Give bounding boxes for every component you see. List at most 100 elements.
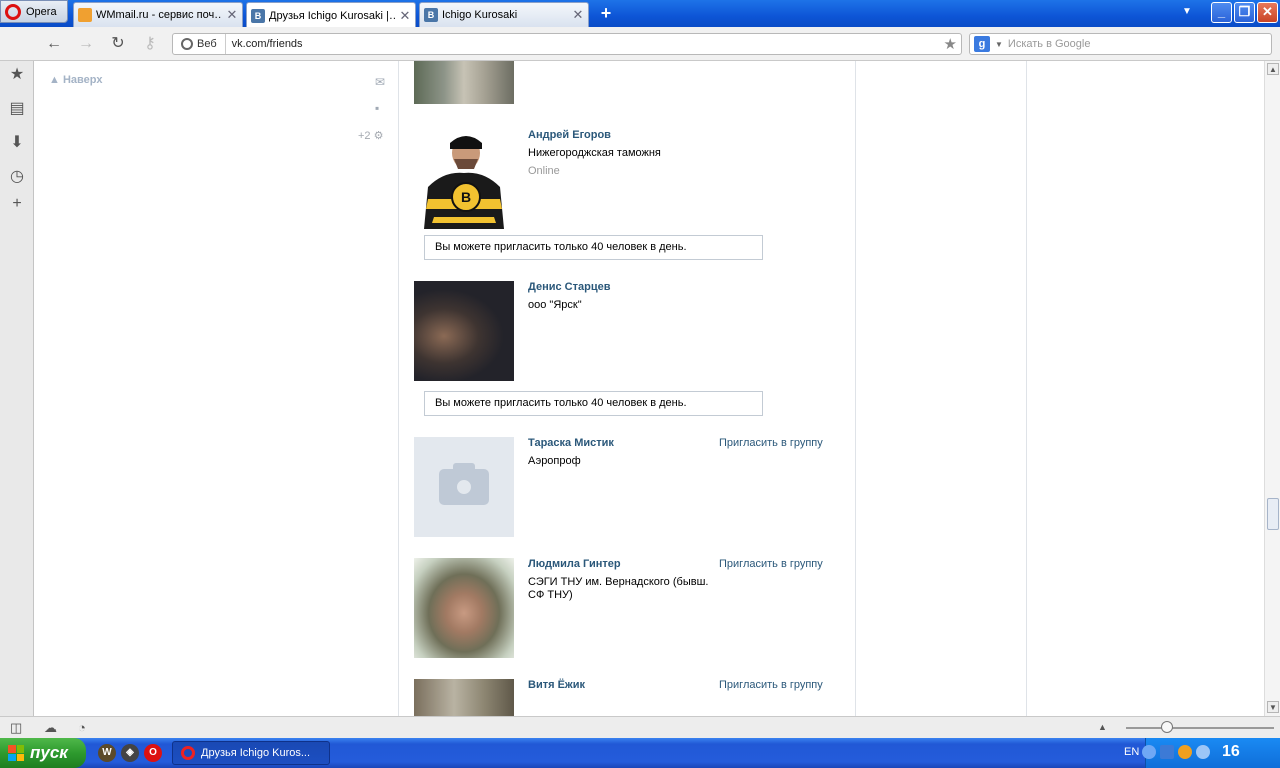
- friend-row: Денис Старцев ооо "Ярск": [414, 281, 610, 381]
- game-shield-icon[interactable]: ◈: [121, 744, 139, 762]
- windows-taskbar: пуск W ◈ O Друзья Ichigo Kuros... EN 16: [0, 738, 1280, 768]
- friend-name-link[interactable]: Денис Старцев: [528, 281, 610, 293]
- friend-photo[interactable]: [414, 437, 514, 537]
- friend-photo[interactable]: [414, 61, 514, 104]
- bookmark-star-icon[interactable]: ★: [944, 35, 961, 53]
- task-title: Друзья Ichigo Kuros...: [201, 747, 311, 759]
- back-arrow-icon[interactable]: ←: [44, 35, 64, 53]
- close-tab-icon[interactable]: ✕: [226, 7, 238, 23]
- tab-friends[interactable]: B Друзья Ichigo Kurosaki |… ✕: [246, 2, 416, 28]
- close-window-button[interactable]: ✕: [1257, 2, 1278, 23]
- search-field[interactable]: g ▼ Искать в Google: [969, 33, 1272, 55]
- browser-address-bar: ← → ↻ ⚷ Веб vk.com/friends ★ g ▼ Искать …: [0, 27, 1280, 61]
- address-field[interactable]: Веб vk.com/friends ★: [172, 33, 962, 55]
- downloads-icon[interactable]: ⬇: [7, 133, 27, 153]
- warcraft-icon[interactable]: W: [98, 744, 116, 762]
- zoom-slider[interactable]: [1126, 727, 1274, 729]
- web-badge[interactable]: Веб: [173, 34, 226, 54]
- language-indicator[interactable]: EN: [1124, 746, 1139, 758]
- friend-row: Витя Ёжик Пригласить в группу: [414, 679, 823, 716]
- friend-photo[interactable]: [414, 679, 514, 716]
- globe-icon: [181, 38, 193, 50]
- more-count-label: +2: [358, 130, 371, 142]
- friend-row: Тараска Мистик Аэропроф Пригласить в гру…: [414, 437, 823, 537]
- chevron-down-icon[interactable]: ▼: [995, 40, 1003, 49]
- tab-list-dropdown-icon[interactable]: ▼: [1182, 6, 1192, 17]
- opera-logo-icon: [181, 746, 195, 760]
- svg-text:B: B: [461, 189, 471, 205]
- zoom-slider-knob[interactable]: [1161, 721, 1173, 733]
- friend-photo[interactable]: [414, 281, 514, 381]
- scroll-up-icon[interactable]: ▲: [1267, 63, 1279, 75]
- vk-favicon-icon: B: [424, 8, 438, 22]
- friend-name-link[interactable]: Андрей Егоров: [528, 129, 611, 141]
- add-panel-icon[interactable]: +: [7, 194, 27, 214]
- tab-title: WMmail.ru - сервис поч…: [96, 9, 222, 21]
- volume-icon[interactable]: [1196, 745, 1210, 759]
- friend-info: ооо "Ярск": [528, 299, 582, 311]
- new-tab-button[interactable]: +: [596, 4, 616, 24]
- tab-ichigo[interactable]: B Ichigo Kurosaki ✕: [419, 2, 589, 27]
- tab-wmmail[interactable]: WMmail.ru - сервис поч… ✕: [73, 2, 243, 27]
- key-icon[interactable]: ⚷: [140, 35, 160, 53]
- invite-limit-notice: Вы можете пригласить только 40 человек в…: [424, 391, 763, 416]
- invite-limit-notice: Вы можете пригласить только 40 человек в…: [424, 235, 763, 260]
- taskbar-window-opera[interactable]: Друзья Ichigo Kuros...: [172, 741, 330, 765]
- close-tab-icon[interactable]: ✕: [399, 8, 411, 24]
- clock[interactable]: 16: [1222, 743, 1240, 761]
- camera-placeholder-icon: [439, 463, 489, 505]
- url-text[interactable]: vk.com/friends: [226, 38, 944, 50]
- back-to-top-label: Наверх: [62, 74, 103, 86]
- message-envelope-icon[interactable]: ✉: [375, 75, 385, 89]
- friend-row: Людмила Гинтер СЭГИ ТНУ им. Вернадского …: [414, 558, 823, 658]
- reload-icon[interactable]: ↻: [108, 35, 128, 53]
- scroll-thumb[interactable]: [1267, 498, 1279, 530]
- bookmarks-star-icon[interactable]: ★: [7, 65, 27, 85]
- back-to-top-link[interactable]: ▲ Наверх: [49, 74, 102, 86]
- start-label: пуск: [30, 743, 68, 762]
- zoom-up-icon[interactable]: ▲: [1098, 722, 1107, 732]
- network-icon[interactable]: [1160, 745, 1174, 759]
- friend-info: Нижегороджская таможня: [528, 147, 661, 159]
- hockey-player-photo: B: [414, 129, 514, 229]
- more-count[interactable]: +2 ⚙: [358, 129, 383, 142]
- browser-side-panel: ★ ▤ ⬇ ◷ +: [0, 61, 34, 716]
- comment-bubble-icon[interactable]: ▪: [375, 101, 379, 115]
- arrow-up-icon: ▲: [49, 74, 63, 86]
- opera-quicklaunch-icon[interactable]: O: [144, 744, 162, 762]
- gear-icon: ⚙: [373, 130, 384, 142]
- minimize-button[interactable]: _: [1211, 2, 1232, 23]
- restore-button[interactable]: ❐: [1234, 2, 1255, 23]
- start-button[interactable]: пуск: [0, 738, 86, 768]
- tray-app-icon[interactable]: [1178, 745, 1192, 759]
- invite-to-group-link[interactable]: Пригласить в группу: [719, 679, 823, 691]
- history-clock-icon[interactable]: ◷: [7, 167, 27, 187]
- tray-arrow-icon[interactable]: [1142, 745, 1156, 759]
- invite-to-group-link[interactable]: Пригласить в группу: [719, 558, 823, 570]
- browser-status-bar: ◫ ☁ ◔ ▲: [0, 716, 1280, 738]
- cloud-icon[interactable]: ☁: [44, 720, 57, 736]
- speed-dial-icon[interactable]: ◔: [78, 720, 86, 735]
- friend-name-link[interactable]: Тараска Мистик: [528, 437, 614, 449]
- friend-row: B Андрей Егоров Нижегороджская таможня O…: [414, 129, 661, 229]
- wmmail-favicon-icon: [78, 8, 92, 22]
- close-tab-icon[interactable]: ✕: [572, 7, 584, 23]
- notes-icon[interactable]: ▤: [7, 99, 27, 119]
- invite-to-group-link[interactable]: Пригласить в группу: [719, 437, 823, 449]
- forward-arrow-icon[interactable]: →: [76, 35, 96, 53]
- opera-logo-icon: [5, 3, 21, 20]
- friend-photo[interactable]: B: [414, 129, 514, 229]
- online-status: Online: [528, 165, 560, 177]
- google-icon[interactable]: g: [974, 36, 990, 52]
- column-divider: [1026, 61, 1027, 716]
- vertical-scrollbar[interactable]: ▲ ▼: [1264, 61, 1280, 716]
- scroll-down-icon[interactable]: ▼: [1267, 701, 1279, 713]
- windows-logo-icon: [8, 745, 24, 761]
- panel-toggle-icon[interactable]: ◫: [10, 720, 22, 736]
- friend-name-link[interactable]: Людмила Гинтер: [528, 558, 621, 570]
- friend-photo[interactable]: [414, 558, 514, 658]
- opera-menu-button[interactable]: Opera: [0, 0, 68, 23]
- friend-name-link[interactable]: Витя Ёжик: [528, 679, 585, 691]
- search-placeholder[interactable]: Искать в Google: [1008, 38, 1091, 50]
- column-divider: [398, 61, 399, 716]
